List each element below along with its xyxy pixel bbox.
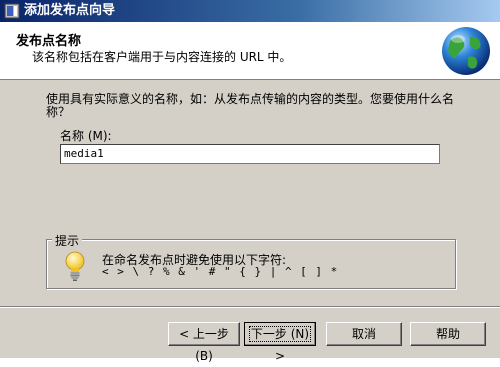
app-icon [4, 3, 20, 19]
cancel-button[interactable]: 取消 [326, 322, 402, 346]
window-title: 添加发布点向导 [24, 3, 116, 18]
lightbulb-icon [65, 251, 85, 281]
help-button[interactable]: 帮助 [410, 322, 486, 346]
name-field[interactable]: media1 [60, 144, 440, 164]
name-label: 名称 (M): [60, 129, 112, 143]
hint-caption: 提示 [52, 232, 83, 249]
hint-forbidden-chars: < > \ ? % & ' # " { } | ^ [ ] * [102, 265, 339, 278]
next-button[interactable]: 下一步 (N) > [244, 322, 316, 363]
wizard-header: 发布点名称 该名称包括在客户端用于与内容连接的 URL 中。 [0, 22, 500, 80]
back-button[interactable]: < 上一步 (B) [168, 322, 240, 363]
add-publishing-point-wizard: 添加发布点向导 发布点名称 该名称包括在客户端用于与内容连接的 URL 中。 使… [0, 0, 500, 363]
globe-icon [442, 27, 490, 75]
instruction-text: 使用具有实际意义的名称，如：从发布点传输的内容的类型。您要使用什么名称？ [46, 92, 455, 119]
page-title: 发布点名称 [16, 34, 82, 49]
footer-divider [0, 306, 500, 308]
focus-rect [249, 326, 311, 342]
page-subtitle: 该名称包括在客户端用于与内容连接的 URL 中。 [32, 50, 292, 64]
title-bar[interactable]: 添加发布点向导 [0, 0, 500, 22]
